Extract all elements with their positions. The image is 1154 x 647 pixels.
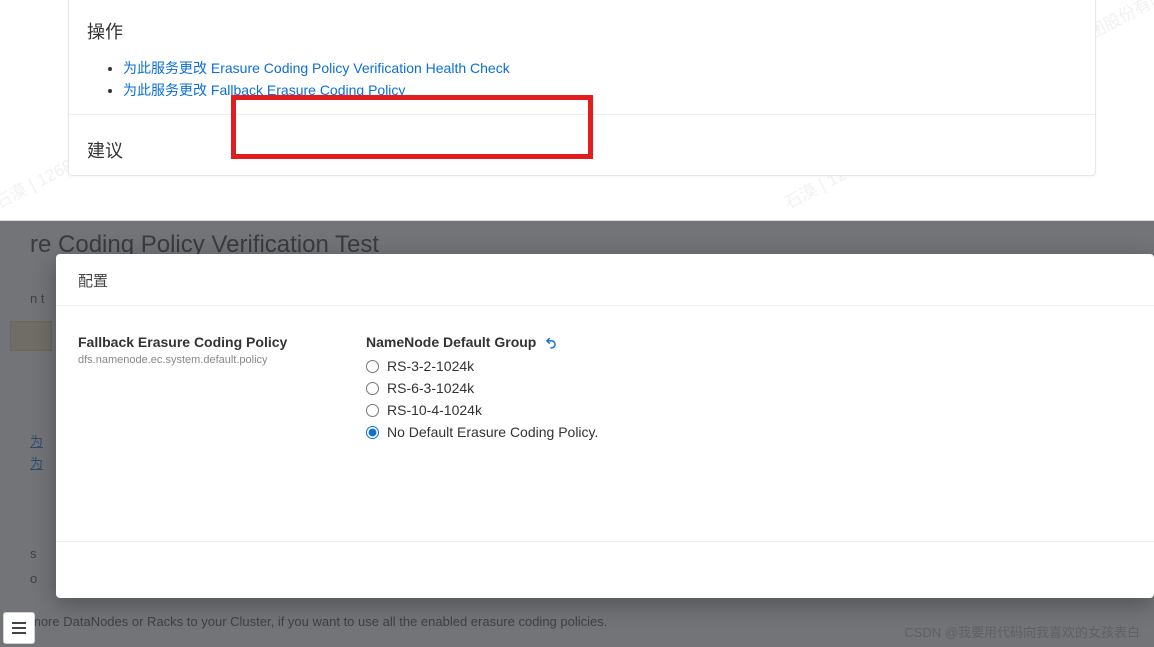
radio-label: RS-3-2-1024k — [387, 358, 474, 374]
radio-option-rs-6-3[interactable]: RS-6-3-1024k — [366, 380, 1132, 396]
radio-label: RS-6-3-1024k — [387, 380, 474, 396]
radio-input[interactable] — [366, 382, 379, 395]
actions-heading: 操作 — [87, 18, 1077, 44]
change-health-check-link[interactable]: 为此服务更改 Erasure Coding Policy Verificatio… — [123, 60, 510, 76]
hamburger-menu-button[interactable] — [3, 612, 35, 644]
radio-input[interactable] — [366, 426, 379, 439]
watermark: 石漠 | 1268 — [0, 151, 77, 213]
undo-icon[interactable] — [544, 335, 558, 349]
setting-key: dfs.namenode.ec.system.default.policy — [78, 354, 366, 366]
radio-option-rs-10-4[interactable]: RS-10-4-1024k — [366, 402, 1132, 418]
modal-body: Fallback Erasure Coding Policy dfs.namen… — [56, 306, 1154, 446]
radio-label: No Default Erasure Coding Policy. — [387, 424, 598, 440]
setting-value-column: NameNode Default Group RS-3-2-1024k RS-6… — [366, 334, 1132, 446]
list-item: 为此服务更改 Fallback Erasure Coding Policy — [123, 80, 1077, 100]
test-detail-panel: re Coding Policy Verification Test n t 为… — [0, 220, 1154, 647]
setting-name-column: Fallback Erasure Coding Policy dfs.namen… — [78, 334, 366, 446]
suggestions-heading: 建议 — [87, 137, 1077, 163]
radio-input[interactable] — [366, 404, 379, 417]
radio-option-no-default[interactable]: No Default Erasure Coding Policy. — [366, 424, 1132, 440]
radio-label: RS-10-4-1024k — [387, 402, 482, 418]
change-fallback-policy-link[interactable]: 为此服务更改 Fallback Erasure Coding Policy — [123, 82, 405, 98]
radio-option-rs-3-2[interactable]: RS-3-2-1024k — [366, 358, 1132, 374]
page-footer-credit: CSDN @我要用代码向我喜欢的女孩表白 — [904, 622, 1140, 641]
modal-title: 配置 — [56, 254, 1154, 306]
setting-title: Fallback Erasure Coding Policy — [78, 334, 366, 350]
actions-card: 操作 为此服务更改 Erasure Coding Policy Verifica… — [68, 0, 1096, 176]
config-group-row: NameNode Default Group — [366, 334, 1132, 350]
divider — [69, 114, 1095, 115]
modal-divider — [56, 541, 1154, 542]
list-item: 为此服务更改 Erasure Coding Policy Verificatio… — [123, 58, 1077, 78]
radio-input[interactable] — [366, 360, 379, 373]
config-modal: 配置 Fallback Erasure Coding Policy dfs.na… — [56, 254, 1154, 598]
actions-link-list: 为此服务更改 Erasure Coding Policy Verificatio… — [123, 58, 1077, 100]
config-group-label: NameNode Default Group — [366, 334, 536, 350]
